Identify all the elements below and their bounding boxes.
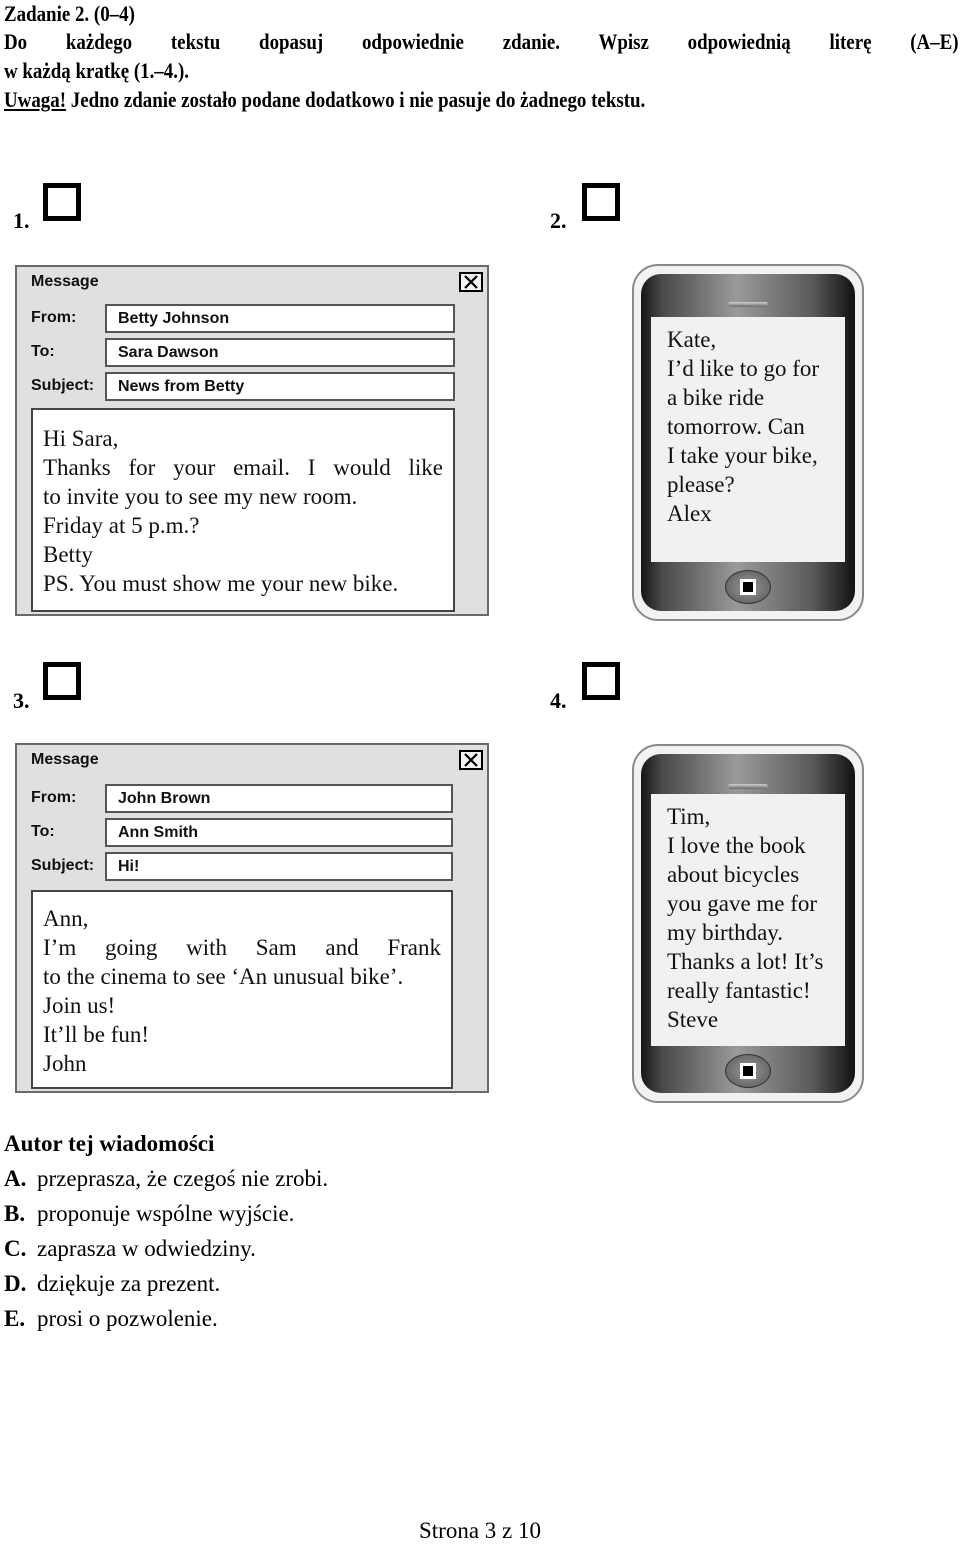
body-line: It’ll be fun! <box>43 1022 150 1047</box>
close-icon <box>464 753 478 767</box>
option-d: D. dziękuje za prezent. <box>4 1271 220 1297</box>
sms-line: a bike ride <box>667 385 765 410</box>
item-3-number: 3. <box>13 688 30 713</box>
sms-line: about bicycles <box>667 862 800 887</box>
item-4-answer-box[interactable] <box>582 662 620 700</box>
sms-line: I love the book <box>667 833 806 858</box>
option-a: A. przeprasza, że czegoś nie zrobi. <box>4 1166 328 1192</box>
body-line: Join us! <box>43 993 116 1018</box>
phone-screen: Tim, I love the book about bicycles you … <box>651 794 845 1046</box>
sms-line: Alex <box>667 501 712 526</box>
sms-line: I’d like to go for <box>667 356 820 381</box>
speaker-icon <box>728 302 768 307</box>
phone-2: Kate, I’d like to go for a bike ride tom… <box>632 264 864 621</box>
email-window-title: Message <box>31 751 99 768</box>
item-1-number: 1. <box>13 208 30 233</box>
phone-bezel: Kate, I’d like to go for a bike ride tom… <box>641 274 855 611</box>
email-window-1: Message From: Betty Johnson To: Sara Daw… <box>15 265 489 616</box>
email-body[interactable]: Hi Sara, Thanks for your email. I would … <box>31 408 455 612</box>
item-2-answer-box[interactable] <box>582 183 620 221</box>
body-line: Hi Sara, <box>43 426 119 451</box>
item-1-answer-box[interactable] <box>43 183 81 221</box>
to-field[interactable]: Ann Smith <box>105 818 453 847</box>
option-text: dziękuje za prezent. <box>37 1271 221 1296</box>
subject-field[interactable]: Hi! <box>105 852 453 881</box>
task-title: Zadanie 2. (0–4) <box>4 1 135 26</box>
to-label: To: <box>31 823 55 840</box>
options-title: Autor tej wiadomości <box>4 1131 215 1156</box>
body-line: PS. You must show me your new bike. <box>43 571 399 596</box>
subject-field[interactable]: News from Betty <box>105 372 455 401</box>
item-2-number: 2. <box>550 208 567 233</box>
note-label: Uwaga! <box>4 87 67 112</box>
from-field[interactable]: John Brown <box>105 784 453 813</box>
from-label: From: <box>31 309 77 326</box>
body-line: to the cinema to see ‘An unusual bike’. <box>43 964 404 989</box>
option-letter: B. <box>4 1201 26 1226</box>
body-line: to invite you to see my new room. <box>43 484 358 509</box>
sms-line: please? <box>667 472 735 497</box>
body-line: Thanks for your email. I would like <box>43 455 443 480</box>
option-letter: D. <box>4 1271 27 1296</box>
option-text: przeprasza, że czegoś nie zrobi. <box>37 1166 329 1191</box>
from-label: From: <box>31 789 77 806</box>
email-window-title: Message <box>31 273 99 290</box>
sms-line: my birthday. <box>667 920 784 945</box>
instruction-line-1: Do każdego tekstu dopasuj odpowiednie zd… <box>4 29 959 54</box>
option-letter: A. <box>4 1166 27 1191</box>
close-button[interactable] <box>459 272 483 292</box>
option-e: E. prosi o pozwolenie. <box>4 1306 218 1332</box>
email-window-3: Message From: John Brown To: Ann Smith S… <box>15 743 489 1093</box>
note-text: Jedno zdanie zostało podane dodatkowo i … <box>66 87 646 112</box>
to-field[interactable]: Sara Dawson <box>105 338 455 367</box>
phone-screen: Kate, I’d like to go for a bike ride tom… <box>651 317 845 562</box>
sms-line: really fantastic! <box>667 978 811 1003</box>
option-c: C. zaprasza w odwiedziny. <box>4 1236 256 1262</box>
close-button[interactable] <box>459 750 483 770</box>
sms-line: I take your bike, <box>667 443 818 468</box>
body-line: I’m going with Sam and Frank <box>43 935 441 960</box>
sms-line: tomorrow. Can <box>667 414 805 439</box>
phone-4: Tim, I love the book about bicycles you … <box>632 744 864 1103</box>
body-line: Betty <box>43 542 93 567</box>
sms-line: Thanks a lot! It’s <box>667 949 824 974</box>
note: Uwaga! Jedno zdanie zostało podane dodat… <box>4 85 645 114</box>
speaker-icon <box>728 784 768 789</box>
sms-line: you gave me for <box>667 891 818 916</box>
page-number: Strona 3 z 10 <box>418 1518 541 1543</box>
option-text: zaprasza w odwiedziny. <box>37 1236 256 1261</box>
home-button[interactable] <box>725 570 771 604</box>
subject-label: Subject: <box>31 857 95 874</box>
to-label: To: <box>31 343 55 360</box>
option-b: B. proponuje wspólne wyjście. <box>4 1201 294 1227</box>
sms-line: Kate, <box>667 327 717 352</box>
subject-label: Subject: <box>31 377 95 394</box>
sms-line: Tim, <box>667 804 711 829</box>
email-body[interactable]: Ann, I’m going with Sam and Frank to the… <box>31 890 453 1089</box>
option-letter: E. <box>4 1306 26 1331</box>
from-field[interactable]: Betty Johnson <box>105 304 455 333</box>
option-text: prosi o pozwolenie. <box>37 1306 218 1331</box>
phone-bezel: Tim, I love the book about bicycles you … <box>641 754 855 1093</box>
option-letter: C. <box>4 1236 27 1261</box>
close-icon <box>464 275 478 289</box>
item-3-answer-box[interactable] <box>43 662 81 700</box>
body-line: John <box>43 1051 87 1076</box>
sms-line: Steve <box>667 1007 719 1032</box>
instruction-line-2: w każdą kratkę (1.–4.). <box>4 58 189 83</box>
option-text: proponuje wspólne wyjście. <box>37 1201 295 1226</box>
body-line: Ann, <box>43 906 89 931</box>
home-button[interactable] <box>725 1054 771 1088</box>
home-square-icon <box>740 579 756 595</box>
body-line: Friday at 5 p.m.? <box>43 513 200 538</box>
item-4-number: 4. <box>550 688 567 713</box>
home-square-icon <box>740 1063 756 1079</box>
